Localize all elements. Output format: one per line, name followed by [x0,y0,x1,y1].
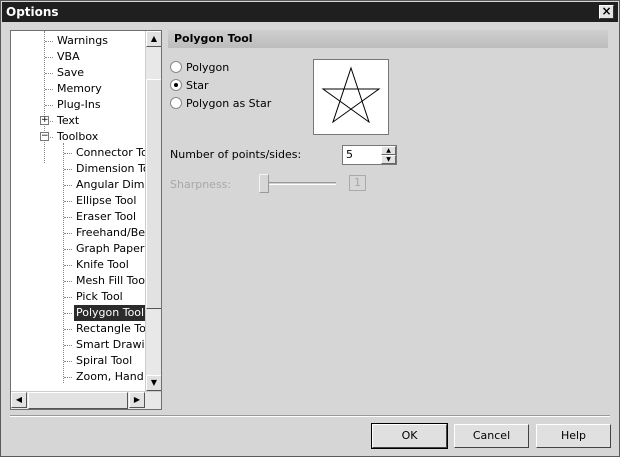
sharpness-slider-thumb [259,174,269,193]
tree-line [45,89,53,90]
tree-item[interactable]: Connector Tool [74,145,145,161]
stepper-buttons: ▲ ▼ [381,146,396,164]
cancel-button[interactable]: Cancel [454,424,529,448]
radio-label: Polygon [186,61,230,74]
tree-list: Warnings VBA Save Memory Plug-Ins + Text − Toolb… [11,31,145,391]
tree-line [64,233,72,234]
tree-line [64,297,72,298]
arrow-up-icon: ▲ [150,34,158,43]
radio-label: Polygon as Star [186,97,272,110]
tree-line [45,41,53,42]
tree-line [64,169,72,170]
tree-vertical-scrollbar[interactable]: ▲ ▼ [145,31,161,391]
scroll-thumb[interactable] [146,79,161,309]
tree-line [64,377,72,378]
horizontal-scroll-thumb[interactable] [28,392,128,409]
radio-indicator [170,97,182,109]
collapse-icon[interactable]: − [40,132,49,141]
tree-item[interactable]: Ellipse Tool [74,193,138,209]
tree-line [45,105,53,106]
arrow-down-icon: ▼ [150,378,158,387]
tree-item[interactable]: Spiral Tool [74,353,134,369]
tree-line [64,329,72,330]
expand-icon[interactable]: + [40,116,49,125]
points-label: Number of points/sides: [170,148,302,161]
tree-item[interactable]: Rectangle Tool [74,321,145,337]
sharpness-label: Sharpness: [170,178,232,191]
tree-item[interactable]: Memory [55,81,104,97]
tree-line [64,345,72,346]
arrow-down-icon: ▼ [386,156,391,163]
tree-item[interactable]: Smart Drawing [74,337,145,353]
tree-line [44,31,45,163]
tree-item[interactable]: Plug-Ins [55,97,103,113]
tree-item[interactable]: Freehand/Bezier [74,225,145,241]
tree-line [64,217,72,218]
ok-button[interactable]: OK [371,423,448,449]
close-button[interactable]: × [599,5,614,19]
tree-line [64,153,72,154]
options-tree: Warnings VBA Save Memory Plug-Ins + Text − Toolb… [10,30,162,410]
tree-line [64,281,72,282]
stepper-down-button[interactable]: ▼ [381,155,396,164]
tree-line [64,313,72,314]
scroll-up-button[interactable]: ▲ [146,31,161,47]
tree-line [45,57,53,58]
sharpness-value: 1 [349,175,366,191]
tree-item[interactable]: Dimension Tool [74,161,145,177]
tree-item[interactable]: Mesh Fill Tool [74,273,145,289]
tree-item[interactable]: VBA [55,49,82,65]
separator [10,415,610,417]
arrow-up-icon: ▲ [386,147,391,154]
scroll-down-button[interactable]: ▼ [146,375,161,391]
tree-item[interactable]: Text [55,113,81,129]
tree-line [64,185,72,186]
tree-item[interactable]: Toolbox [55,129,100,145]
close-icon: × [601,4,612,18]
help-button[interactable]: Help [536,424,611,448]
tree-item[interactable]: Zoom, Hand Tool [74,369,145,385]
tree-item[interactable]: Angular Dimension [74,177,145,193]
scroll-right-button[interactable]: ▶ [129,392,145,408]
tree-item[interactable]: Polygon Tool [74,305,145,321]
title-bar: Options × [2,2,618,22]
sharpness-slider-track [259,182,336,185]
tree-line [64,265,72,266]
section-header: Polygon Tool [168,30,608,48]
tree-line [64,361,72,362]
scroll-left-button[interactable]: ◀ [11,392,27,408]
tree-line [64,249,72,250]
points-value: 5 [346,148,353,161]
radio-indicator [170,61,182,73]
tree-item[interactable]: Graph Paper Tool [74,241,145,257]
tree-item[interactable]: Eraser Tool [74,209,138,225]
tree-item[interactable]: Pick Tool [74,289,125,305]
tree-item[interactable]: Save [55,65,86,81]
radio-label: Star [186,79,209,92]
points-stepper[interactable]: 5 ▲ ▼ [342,145,397,165]
stepper-up-button[interactable]: ▲ [381,146,396,155]
radio-polygon-as-star[interactable]: Polygon as Star [170,97,271,113]
star-preview-icon [321,66,381,124]
options-dialog: Options × Warnings VBA Save Memory Plug-Ins +… [0,0,620,457]
radio-star[interactable]: Star [170,79,209,95]
tree-line [64,201,72,202]
tree-line [45,73,53,74]
tree-horizontal-scrollbar[interactable]: ◀ ▶ [11,391,161,409]
tree-item[interactable]: Knife Tool [74,257,131,273]
radio-polygon[interactable]: Polygon [170,61,229,77]
arrow-right-icon: ▶ [133,395,141,404]
tree-line [63,143,64,383]
radio-indicator [170,79,182,91]
arrow-left-icon: ◀ [15,395,23,404]
window-title: Options [6,5,59,19]
shape-preview [313,59,389,135]
tree-item[interactable]: Warnings [55,33,110,49]
